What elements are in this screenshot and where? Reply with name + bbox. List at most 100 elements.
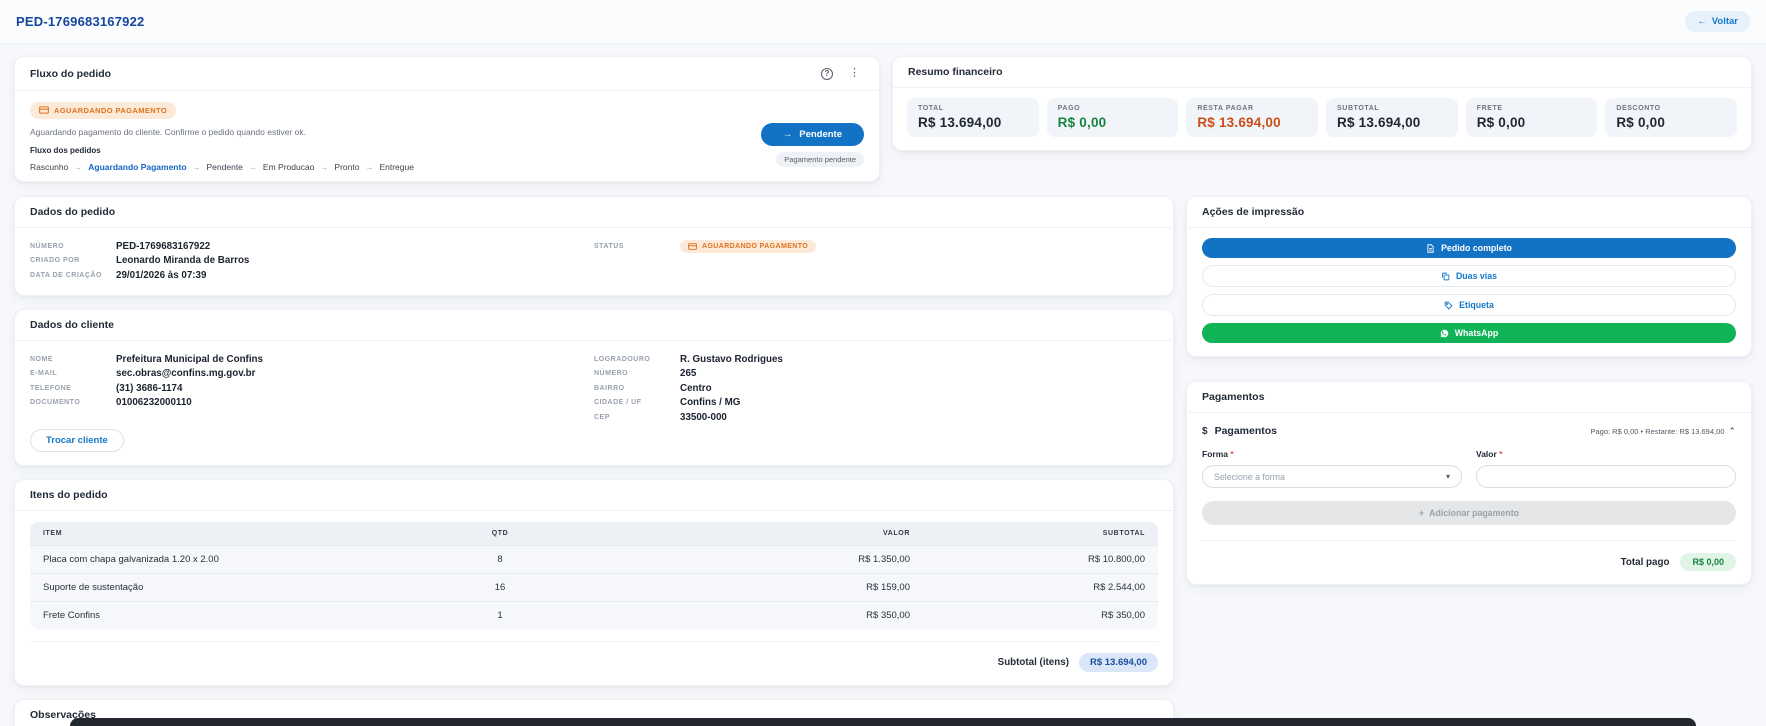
tile-label: RESTA PAGAR xyxy=(1197,105,1254,112)
payments-summary: Pago: R$ 0,00 • Restante: R$ 13.694,00 xyxy=(1590,426,1725,436)
order-flow-title: Fluxo do pedido xyxy=(30,67,112,80)
table-row: Placa com chapa galvanizada 1.20 x 2.00 … xyxy=(30,545,1158,573)
print-label-button[interactable]: Etiqueta xyxy=(1202,294,1736,316)
total-paid-label: Total pago xyxy=(1620,556,1670,568)
cell-valor: R$ 1.350,00 xyxy=(858,554,910,565)
print-full-order-button[interactable]: Pedido completo xyxy=(1202,238,1736,258)
tile-total: TOTAL R$ 13.694,00 xyxy=(907,98,1039,137)
payment-method-select[interactable]: Selecione a forma ▾ xyxy=(1202,465,1462,488)
order-items-title: Itens do pedido xyxy=(30,489,108,501)
credit-card-icon xyxy=(39,106,49,114)
order-data-title: Dados do pedido xyxy=(30,206,116,218)
column-header-valor: VALOR xyxy=(883,530,910,537)
field-nome: NOME Prefeitura Municipal de Confins xyxy=(30,353,594,366)
field-value: 33500-000 xyxy=(680,411,727,423)
flow-step: Em Producao xyxy=(262,162,315,172)
payment-pending-hint: Pagamento pendente xyxy=(776,152,864,167)
advance-status-button[interactable]: → Pendente xyxy=(760,123,864,146)
add-payment-button[interactable]: + Adicionar pagamento xyxy=(1202,501,1736,525)
back-button[interactable]: ← Voltar xyxy=(1685,11,1750,32)
divider xyxy=(1202,540,1736,541)
field-label: STATUS xyxy=(594,242,624,250)
document-icon xyxy=(1427,243,1434,253)
chevron-up-icon[interactable]: ⌃ xyxy=(1728,426,1736,437)
field-value: 01006232000110 xyxy=(116,397,192,408)
financial-tiles: TOTAL R$ 13.694,00 PAGO R$ 0,00 RESTA PA… xyxy=(893,88,1751,150)
cell-qtd: 1 xyxy=(497,610,503,621)
field-documento: DOCUMENTO 01006232000110 xyxy=(30,396,594,409)
bottom-bar xyxy=(70,718,1696,726)
tile-value: R$ 13.694,00 xyxy=(918,115,1002,130)
tile-label: SUBTOTAL xyxy=(1337,105,1380,112)
tile-frete: FRETE R$ 0,00 xyxy=(1465,98,1598,137)
required-marker: * xyxy=(1230,449,1234,459)
field-numero-endereco: NÚMERO 265 xyxy=(594,367,1158,380)
order-status-badge: AGUARDANDO PAGAMENTO xyxy=(680,239,817,253)
whatsapp-button[interactable]: WhatsApp xyxy=(1202,323,1736,343)
field-label: CEP xyxy=(594,413,610,421)
print-actions-card: Ações de impressão Pedido completo Duas … xyxy=(1186,196,1752,357)
print-actions-title: Ações de impressão xyxy=(1202,206,1305,218)
tile-value: R$ 0,00 xyxy=(1476,115,1526,130)
whatsapp-label: WhatsApp xyxy=(1454,328,1499,338)
items-table: ITEM QTD VALOR SUBTOTAL Placa com chapa … xyxy=(30,522,1158,629)
flow-description: Aguardando pagamento do cliente. Confirm… xyxy=(30,127,306,137)
copy-icon xyxy=(1442,272,1450,280)
customer-data-card: Dados do cliente NOME Prefeitura Municip… xyxy=(14,309,1174,466)
change-customer-label: Trocar cliente xyxy=(46,435,108,446)
tag-icon xyxy=(1444,301,1453,310)
cell-subtotal: R$ 2.544,00 xyxy=(1093,582,1145,593)
field-label: LOGRADOURO xyxy=(594,355,651,363)
order-status-label: AGUARDANDO PAGAMENTO xyxy=(702,242,809,250)
field-value: Centro xyxy=(680,382,712,394)
more-options-icon[interactable]: ⋮ xyxy=(845,66,864,81)
advance-status-label: Pendente xyxy=(799,129,842,140)
customer-data-title: Dados do cliente xyxy=(30,319,115,331)
order-data-card: Dados do pedido NÚMERO PED-1769683167922… xyxy=(14,196,1174,296)
tile-value: R$ 0,00 xyxy=(1057,115,1107,130)
field-label: CRIADO POR xyxy=(30,257,80,264)
cell-subtotal: R$ 10.800,00 xyxy=(1087,554,1145,565)
back-arrow-icon: ← xyxy=(1697,16,1707,27)
tile-pago: PAGO R$ 0,00 xyxy=(1046,98,1179,137)
payment-value-input[interactable] xyxy=(1476,465,1736,488)
field-label: NÚMERO xyxy=(594,370,629,377)
arrow-right-icon: → xyxy=(782,129,793,140)
whatsapp-icon xyxy=(1440,329,1449,337)
plus-icon: + xyxy=(1418,508,1425,518)
field-bairro: BAIRRO Centro xyxy=(594,382,1158,395)
print-two-copies-button[interactable]: Duas vias xyxy=(1202,265,1736,287)
cell-valor: R$ 159,00 xyxy=(866,582,910,593)
field-label: NÚMERO xyxy=(30,242,65,250)
dollar-icon: $ xyxy=(1202,425,1208,437)
field-label: DOCUMENTO xyxy=(30,399,81,406)
column-header-subtotal: SUBTOTAL xyxy=(1102,530,1145,537)
page-title: PED-1769683167922 xyxy=(16,14,145,29)
flow-step: Pronto xyxy=(334,162,360,172)
back-button-label: Voltar xyxy=(1711,16,1738,27)
flow-step-arrow-icon: → xyxy=(320,162,329,172)
change-customer-button[interactable]: Trocar cliente xyxy=(30,429,124,452)
main-content: Fluxo do pedido ? ⋮ AGUARDANDO PAGAMENTO… xyxy=(0,44,1766,726)
financial-summary-title: Resumo financeiro xyxy=(908,66,1003,78)
order-flow-card: Fluxo do pedido ? ⋮ AGUARDANDO PAGAMENTO… xyxy=(14,56,880,182)
total-paid-value: R$ 0,00 xyxy=(1680,553,1736,571)
field-label: BAIRRO xyxy=(594,384,625,392)
field-numero: NÚMERO PED-1769683167922 xyxy=(30,240,594,253)
field-label: DATA DE CRIAÇÃO xyxy=(30,271,102,279)
field-value: Confins / MG xyxy=(680,397,741,408)
order-items-card: Itens do pedido ITEM QTD VALOR SUBTOTAL … xyxy=(14,479,1174,686)
field-criado-por: CRIADO POR Leonardo Miranda de Barros xyxy=(30,254,594,267)
cell-qtd: 16 xyxy=(494,582,506,593)
field-value: 29/01/2026 às 07:39 xyxy=(116,269,207,281)
tile-label: FRETE xyxy=(1476,105,1503,112)
items-table-header: ITEM QTD VALOR SUBTOTAL xyxy=(30,522,1158,545)
help-icon[interactable]: ? xyxy=(821,67,833,80)
flow-step: Pendente xyxy=(206,162,243,172)
print-full-order-label: Pedido completo xyxy=(1441,243,1512,253)
forma-label: Forma * xyxy=(1202,449,1234,459)
tile-desconto: DESCONTO R$ 0,00 xyxy=(1605,98,1738,137)
status-badge-label: AGUARDANDO PAGAMENTO xyxy=(54,105,168,115)
field-value: Leonardo Miranda de Barros xyxy=(116,255,250,266)
cell-item: Suporte de sustentação xyxy=(43,582,144,593)
